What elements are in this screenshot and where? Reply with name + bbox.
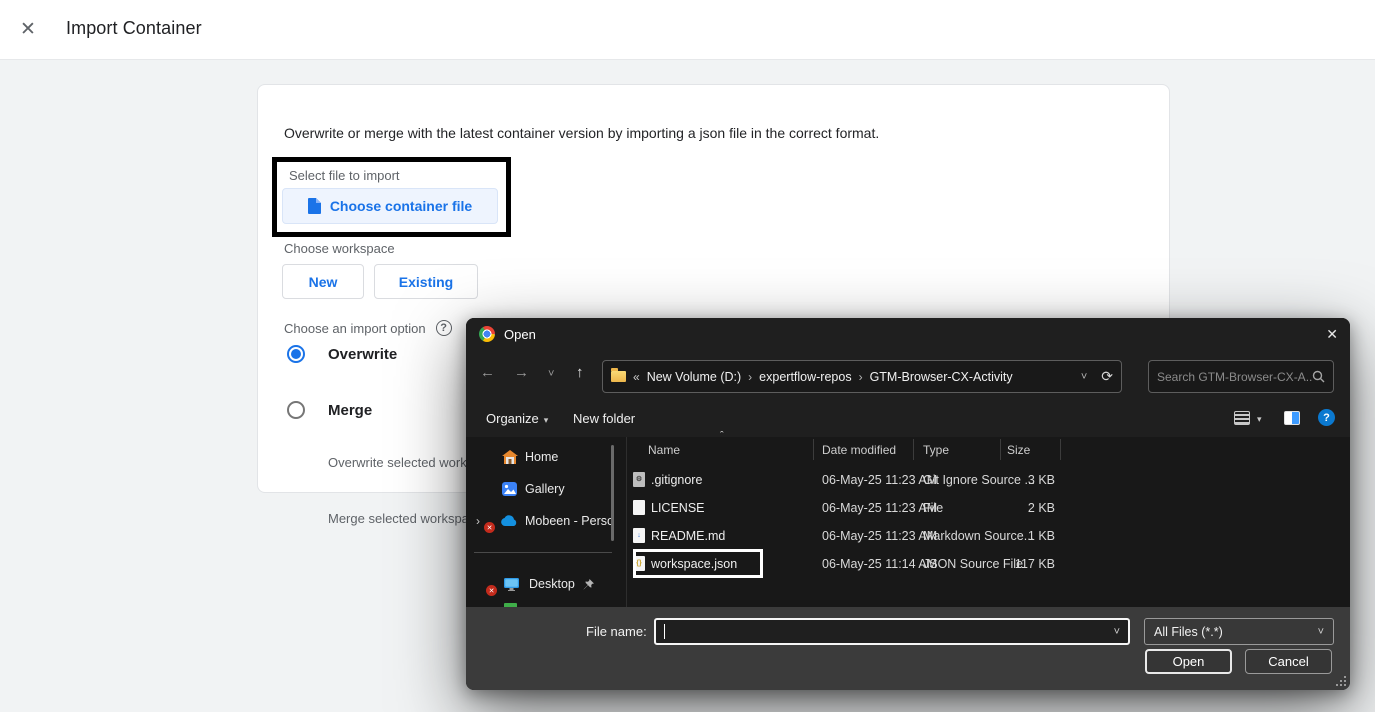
- gtm-top-bar: ✕ Import Container: [0, 0, 1375, 60]
- navigation-sidebar: Home Gallery › ✕ Mobeen - Perso ✕: [466, 437, 626, 607]
- page-title: Import Container: [66, 18, 202, 39]
- sidebar-separator: [474, 552, 612, 553]
- import-description: Overwrite or merge with the latest conta…: [284, 125, 1104, 141]
- sidebar-item-desktop[interactable]: ✕ Desktop: [466, 571, 626, 597]
- overwrite-description: Overwrite selected workspa: [328, 455, 488, 470]
- overwrite-label: Overwrite: [328, 346, 397, 363]
- markdown-file-icon: ↓: [633, 528, 645, 543]
- breadcrumb-overflow-icon[interactable]: «: [633, 370, 640, 384]
- dialog-chrome-area: Open ✕ ← → ˅ ↑ « New Volume (D:) › exper…: [466, 318, 1350, 437]
- close-icon[interactable]: ✕: [20, 18, 36, 42]
- overwrite-option-row: Overwrite: [287, 345, 397, 363]
- dialog-close-icon[interactable]: ✕: [1326, 326, 1338, 343]
- file-icon: [633, 500, 645, 515]
- file-type-value: All Files (*.*): [1154, 625, 1223, 639]
- open-file-dialog: Open ✕ ← → ˅ ↑ « New Volume (D:) › exper…: [466, 318, 1350, 690]
- resize-grip[interactable]: [1336, 676, 1346, 686]
- json-file-icon: {}: [633, 556, 645, 571]
- gitignore-file-icon: ⚙: [633, 472, 645, 487]
- pin-icon: [583, 579, 594, 590]
- breadcrumb-item-repos[interactable]: expertflow-repos: [759, 370, 851, 384]
- breadcrumb-item-drive[interactable]: New Volume (D:): [647, 370, 741, 384]
- new-folder-button[interactable]: New folder: [573, 411, 635, 426]
- import-option-label: Choose an import option: [284, 321, 426, 336]
- choose-container-file-button[interactable]: Choose container file: [282, 188, 498, 224]
- import-option-label-row: Choose an import option ?: [284, 320, 452, 336]
- file-name-input[interactable]: [665, 624, 1114, 639]
- details-view-icon[interactable]: [1234, 411, 1250, 425]
- merge-description: Merge selected workspace: [328, 511, 483, 526]
- merge-radio[interactable]: [287, 401, 305, 419]
- sidebar-item-gallery[interactable]: Gallery: [466, 476, 626, 502]
- help-icon[interactable]: ?: [436, 320, 452, 336]
- new-workspace-button[interactable]: New: [282, 264, 364, 299]
- search-input[interactable]: [1157, 370, 1312, 384]
- search-icon[interactable]: [1312, 370, 1325, 383]
- dialog-toolbar: Organize▾ New folder ▾ ?: [466, 403, 1350, 437]
- view-dropdown-icon[interactable]: ▾: [1257, 414, 1262, 425]
- existing-workspace-button[interactable]: Existing: [374, 264, 478, 299]
- crumb-separator-icon: ›: [748, 370, 752, 384]
- column-header-type[interactable]: Type: [923, 443, 949, 457]
- organize-dropdown-icon: ▾: [544, 415, 549, 425]
- select-file-label: Select file to import: [289, 168, 498, 183]
- dialog-title: Open: [504, 327, 536, 342]
- file-name-label: File name:: [586, 624, 647, 639]
- column-header-name[interactable]: Name: [648, 443, 680, 457]
- expand-chevron-icon[interactable]: ›: [476, 514, 480, 528]
- desktop-icon: [504, 578, 519, 591]
- overwrite-radio[interactable]: [287, 345, 305, 363]
- select-file-annotation-box: Select file to import Choose container f…: [272, 157, 511, 237]
- back-icon[interactable]: ←: [480, 364, 495, 381]
- crumb-separator-icon: ›: [859, 370, 863, 384]
- dialog-content: Home Gallery › ✕ Mobeen - Perso ✕: [466, 437, 1350, 607]
- breadcrumb-item-current[interactable]: GTM-Browser-CX-Activity: [870, 370, 1013, 384]
- column-header-size[interactable]: Size: [1007, 443, 1030, 457]
- chrome-icon: [479, 326, 495, 342]
- sidebar-scrollbar[interactable]: [611, 445, 614, 541]
- merge-label: Merge: [328, 402, 372, 419]
- gallery-icon: [502, 482, 517, 496]
- column-header-date[interactable]: Date modified: [822, 443, 896, 457]
- home-icon: [502, 450, 518, 464]
- file-row-workspace-json[interactable]: {} workspace.json 06-May-25 11:14 AM JSO…: [626, 550, 1350, 578]
- up-icon[interactable]: ↑: [576, 364, 584, 381]
- file-row-readme[interactable]: ↓ README.md 06-May-25 11:23 AM Markdown …: [626, 522, 1350, 550]
- file-row-gitignore[interactable]: ⚙ .gitignore 06-May-25 11:23 AM Git Igno…: [626, 466, 1350, 494]
- open-button[interactable]: Open: [1145, 649, 1232, 674]
- choose-workspace-label: Choose workspace: [284, 241, 395, 256]
- file-type-dropdown-icon: ˅: [1318, 626, 1324, 638]
- choose-container-file-label: Choose container file: [330, 198, 472, 214]
- sidebar-item-onedrive-personal[interactable]: › ✕ Mobeen - Perso: [466, 508, 626, 534]
- merge-option-row: Merge: [287, 401, 372, 419]
- onedrive-cloud-icon: [500, 515, 518, 527]
- sidebar-item-home[interactable]: Home: [466, 444, 626, 470]
- sort-asc-icon: ˆ: [720, 430, 724, 442]
- address-dropdown-icon[interactable]: ˅: [1081, 371, 1087, 383]
- preview-pane-icon[interactable]: [1284, 411, 1300, 425]
- workspace-buttons: New Existing: [282, 264, 478, 299]
- column-header-row: ˆ Name Date modified Type Size: [626, 437, 1350, 462]
- dialog-footer: File name: ˅ All Files (*.*) ˅ Open Canc…: [466, 607, 1350, 690]
- sync-error-badge: ✕: [484, 522, 495, 533]
- sync-error-badge: ✕: [486, 585, 497, 596]
- radio-dot: [291, 349, 301, 359]
- address-bar[interactable]: « New Volume (D:) › expertflow-repos › G…: [602, 360, 1122, 393]
- refresh-icon[interactable]: ⟳: [1101, 368, 1113, 385]
- file-list-pane: ˆ Name Date modified Type Size ⚙ .gitign…: [626, 437, 1350, 607]
- file-row-license[interactable]: LICENSE 06-May-25 11:23 AM File 2 KB: [626, 494, 1350, 522]
- file-name-dropdown-icon[interactable]: ˅: [1114, 626, 1120, 638]
- cancel-button[interactable]: Cancel: [1245, 649, 1332, 674]
- folder-icon: [611, 371, 626, 382]
- search-box: [1148, 360, 1334, 393]
- file-icon: [308, 198, 321, 214]
- file-type-select[interactable]: All Files (*.*) ˅: [1144, 618, 1334, 645]
- file-name-combo: ˅: [654, 618, 1130, 645]
- history-chevron-icon[interactable]: ˅: [548, 368, 554, 380]
- forward-icon[interactable]: →: [514, 364, 529, 381]
- dialog-help-icon[interactable]: ?: [1318, 409, 1335, 426]
- organize-menu[interactable]: Organize▾: [486, 411, 548, 426]
- dialog-title-bar[interactable]: Open ✕: [466, 318, 1350, 350]
